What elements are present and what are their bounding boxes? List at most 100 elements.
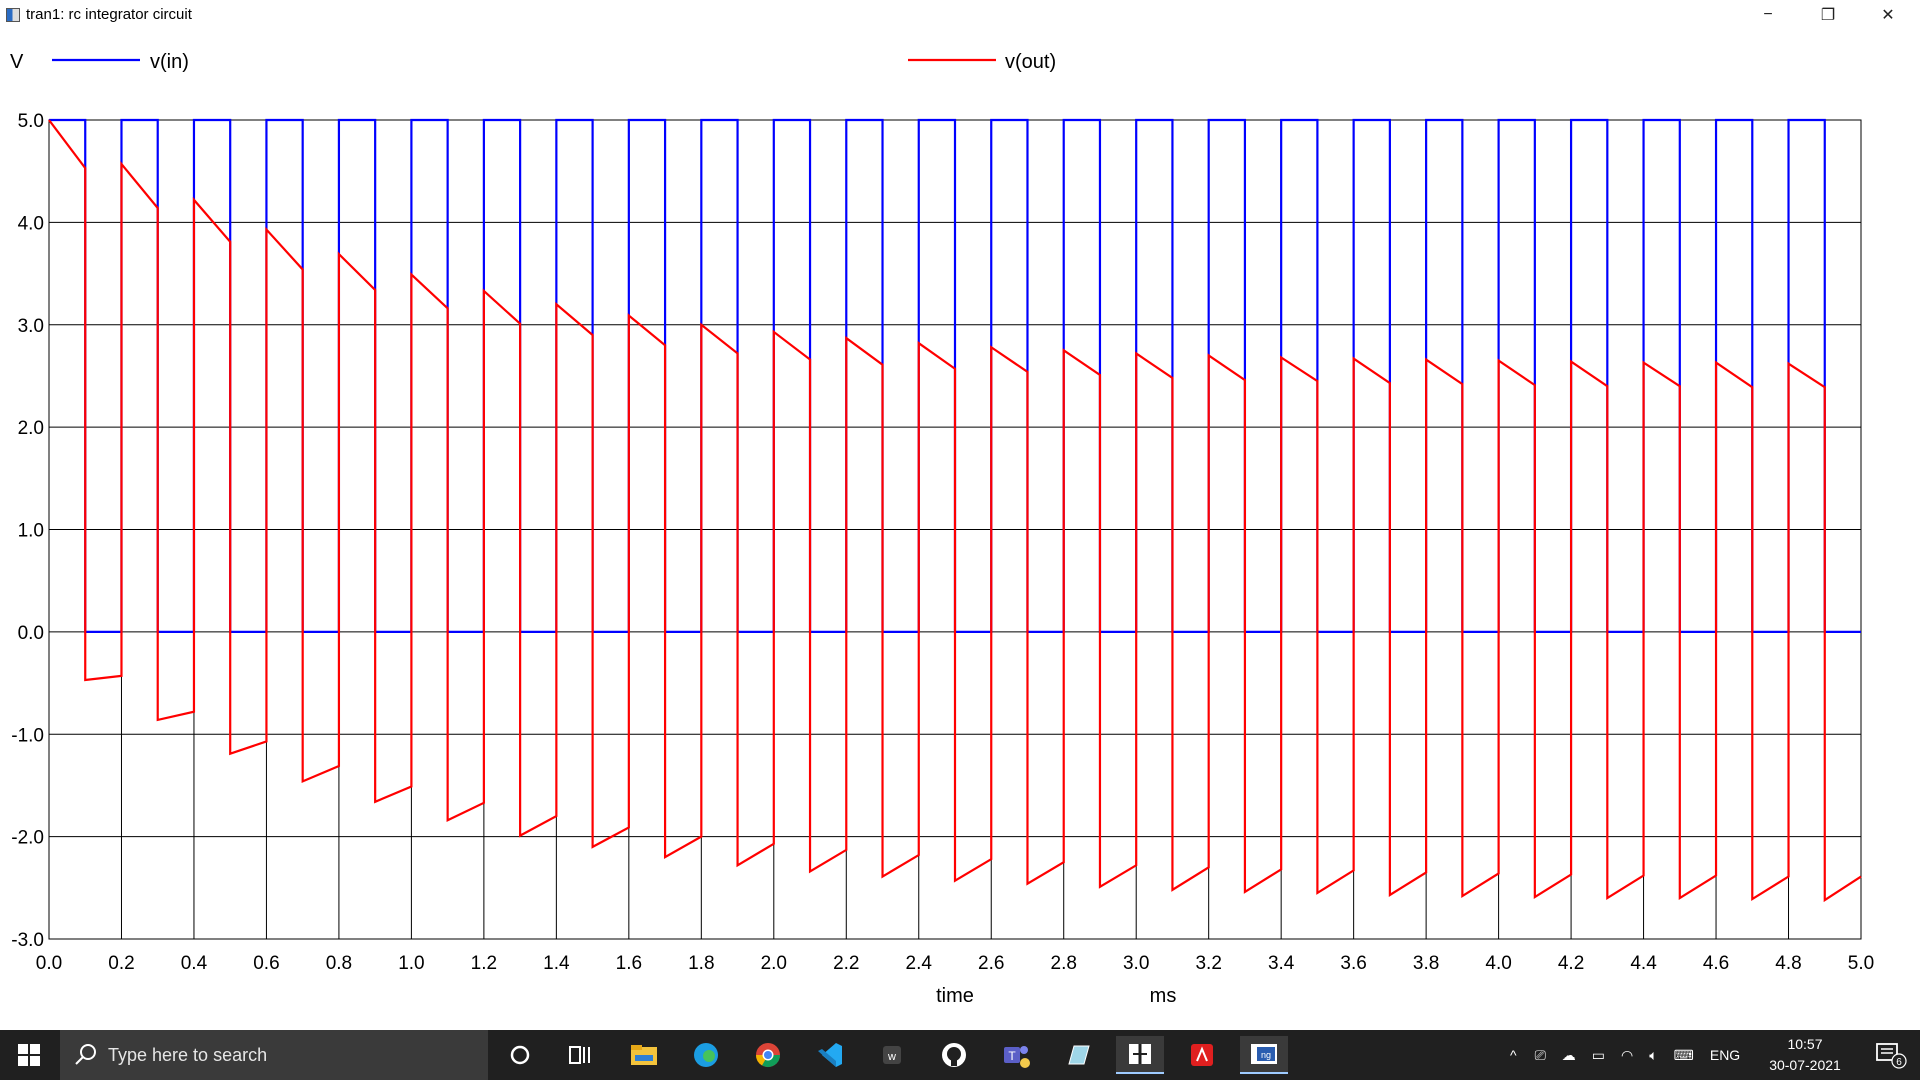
x-tick-label: 1.8 — [688, 953, 714, 974]
x-tick-label: 1.2 — [471, 953, 497, 974]
windows-icon — [18, 1044, 40, 1066]
series-lines — [48, 118, 1862, 903]
x-tick-label: 2.0 — [761, 953, 787, 974]
github-button[interactable] — [930, 1036, 978, 1074]
x-tick-label: 4.0 — [1485, 953, 1511, 974]
minimize-icon: − — [1763, 6, 1773, 23]
notepad-icon — [1068, 1045, 1090, 1065]
acrobat-button[interactable] — [1178, 1036, 1226, 1074]
cortana-button[interactable] — [496, 1036, 544, 1074]
clock[interactable]: 10:57 30-07-2021 — [1760, 1034, 1850, 1076]
x-tick-label: 4.4 — [1630, 953, 1657, 974]
x-tick-label: 1.6 — [616, 953, 642, 974]
x-tick-label: 0.8 — [326, 953, 352, 974]
legend-label: v(in) — [150, 51, 189, 73]
language-indicator[interactable]: ENG — [1710, 1047, 1740, 1063]
keyboard-icon[interactable]: ⌨ — [1674, 1047, 1694, 1064]
chrome-button[interactable] — [744, 1036, 792, 1074]
legend-label: v(out) — [1005, 51, 1056, 73]
title-bar: tran1: rc integrator circuit − ❐ ✕ — [0, 0, 1920, 30]
close-button[interactable]: ✕ — [1860, 0, 1916, 30]
taskbar-search[interactable]: Type here to search — [60, 1030, 488, 1080]
ngspice-icon: ng — [1251, 1044, 1277, 1064]
x-tick-label: 3.2 — [1195, 953, 1221, 974]
ngspice-button[interactable]: ng — [1240, 1036, 1288, 1074]
x-tick-label: 0.0 — [36, 953, 62, 974]
chevron-up-icon[interactable]: ^ — [1510, 1047, 1517, 1063]
y-tick-label: 4.0 — [18, 213, 44, 234]
x-tick-label: 0.4 — [181, 953, 208, 974]
y-tick-label: 2.0 — [18, 418, 44, 439]
app-icon: w — [883, 1046, 901, 1064]
vscode-button[interactable] — [806, 1036, 854, 1074]
edge-button[interactable] — [682, 1036, 730, 1074]
task-view-icon — [569, 1046, 590, 1064]
y-axis-label: V — [10, 51, 24, 73]
minimize-button[interactable]: − — [1740, 0, 1796, 30]
search-placeholder: Type here to search — [108, 1044, 268, 1065]
vscode-icon — [818, 1043, 842, 1067]
github-icon — [942, 1043, 966, 1067]
close-icon: ✕ — [1881, 7, 1895, 24]
x-tick-label: 2.8 — [1051, 953, 1077, 974]
terminal-app-button[interactable] — [1116, 1036, 1164, 1074]
y-tick-label: 1.0 — [18, 521, 44, 542]
volume-icon[interactable]: 🔈︎ — [1649, 1047, 1657, 1064]
x-tick-label: 4.6 — [1703, 953, 1729, 974]
legend[interactable]: v(in) v(out) — [52, 51, 1056, 73]
notepad-button[interactable] — [1054, 1036, 1102, 1074]
search-icon — [75, 1044, 96, 1065]
wifi-icon[interactable]: ◠ — [1621, 1047, 1633, 1064]
svg-text:T: T — [1008, 1049, 1016, 1063]
x-tick-label: 3.0 — [1123, 953, 1149, 974]
clock-date: 30-07-2021 — [1769, 1057, 1841, 1073]
y-tick-label: -3.0 — [11, 930, 44, 951]
acrobat-icon — [1191, 1044, 1213, 1066]
file-explorer-button[interactable] — [620, 1036, 668, 1074]
cortana-icon — [510, 1045, 530, 1065]
meet-now-icon[interactable]: ⎚ — [1535, 1047, 1546, 1064]
taskbar: Type here to search w T ng ^ ⎚ ☁ ▭ ◠ 🔈︎ … — [0, 1030, 1920, 1080]
x-tick-label: 1.4 — [543, 953, 570, 974]
start-button[interactable] — [0, 1030, 58, 1080]
restore-icon: ❐ — [1820, 7, 1836, 24]
x-tick-label: 0.6 — [253, 953, 279, 974]
x-tick-label: 2.4 — [906, 953, 933, 974]
system-tray: ^ ⎚ ☁ ▭ ◠ 🔈︎ ⌨ ENG — [1500, 1030, 1748, 1080]
plot-area[interactable]: 0.0 0.2 0.4 0.6 0.8 1.0 1.2 1.4 1.6 1.8 2.0 2.2 2.4 2… — [0, 30, 1920, 1030]
y-tick-label: -2.0 — [11, 828, 44, 849]
y-tick-label: 0.0 — [18, 623, 44, 644]
teams-button[interactable]: T — [992, 1036, 1040, 1074]
chrome-icon — [756, 1043, 780, 1068]
task-view-button[interactable] — [556, 1036, 604, 1074]
y-tick-label: 5.0 — [18, 111, 44, 132]
x-tick-label: 4.8 — [1775, 953, 1801, 974]
notification-count: 6 — [1896, 1057, 1902, 1068]
x-tick-label: 0.2 — [108, 953, 134, 974]
file-explorer-icon — [631, 1045, 657, 1065]
maximize-button[interactable]: ❐ — [1800, 0, 1856, 30]
teams-icon: T — [1004, 1046, 1030, 1068]
y-tick-label: -1.0 — [11, 725, 44, 746]
window-title: tran1: rc integrator circuit — [26, 6, 192, 23]
edge-icon — [694, 1043, 718, 1067]
x-axis-label: time — [936, 985, 974, 1007]
x-tick-label: 3.6 — [1340, 953, 1366, 974]
x-tick-label: 3.4 — [1268, 953, 1295, 974]
x-tick-label: 5.0 — [1848, 953, 1874, 974]
x-tick-label: 3.8 — [1413, 953, 1439, 974]
x-axis-unit: ms — [1150, 985, 1177, 1007]
terminal-app-icon — [1129, 1044, 1151, 1064]
notification-center-button[interactable]: 6 — [1862, 1030, 1920, 1080]
app-icon[interactable] — [6, 8, 20, 22]
x-tick-label: 2.6 — [978, 953, 1004, 974]
x-tick-label: 1.0 — [398, 953, 424, 974]
battery-icon[interactable]: ▭ — [1592, 1047, 1605, 1064]
x-tick-label: 2.2 — [833, 953, 859, 974]
notification-icon: 6 — [1876, 1043, 1907, 1069]
svg-text:ng: ng — [1261, 1050, 1271, 1060]
app-button[interactable]: w — [868, 1036, 916, 1074]
tick-labels: 0.0 0.2 0.4 0.6 0.8 1.0 1.2 1.4 1.6 1.8 2.0 2.2 2.4 2… — [11, 111, 1874, 974]
onedrive-icon[interactable]: ☁ — [1562, 1047, 1576, 1064]
clock-time: 10:57 — [1787, 1036, 1823, 1052]
